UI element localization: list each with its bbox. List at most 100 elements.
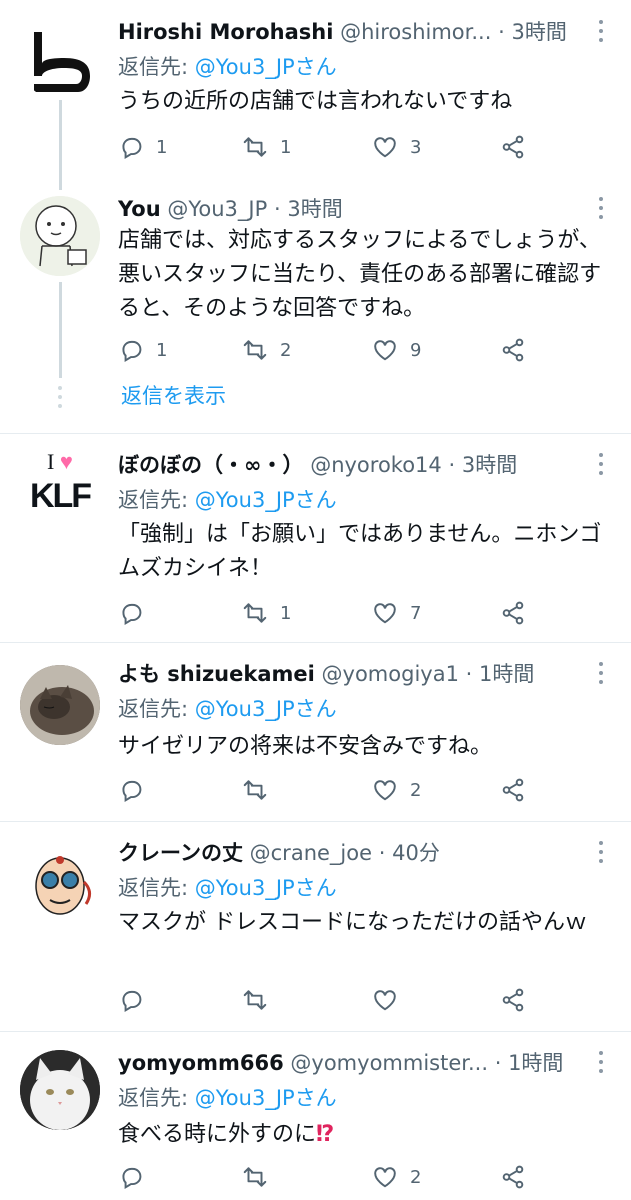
separator: ·: [273, 197, 281, 221]
display-name[interactable]: You: [118, 197, 161, 221]
reply-count: 1: [156, 136, 168, 158]
more-icon[interactable]: [593, 1051, 609, 1073]
separator: ·: [448, 453, 456, 477]
retweet-button[interactable]: 2: [242, 335, 291, 365]
retweet-icon: [243, 603, 267, 623]
retweet-icon: [243, 1167, 267, 1187]
user-handle[interactable]: @nyoroko14: [310, 453, 442, 477]
timestamp[interactable]: 3時間: [511, 20, 566, 44]
like-button[interactable]: 3: [372, 132, 421, 162]
reply-to: 返信先: @You3_JPさん: [118, 51, 337, 83]
timestamp[interactable]: 3時間: [287, 197, 342, 221]
tweet-text: うちの近所の店舗では言われないですね: [118, 89, 513, 114]
more-icon[interactable]: [593, 841, 609, 863]
more-icon[interactable]: [593, 20, 609, 42]
share-button[interactable]: [500, 775, 526, 805]
user-handle[interactable]: @crane_joe: [250, 841, 372, 865]
reply-button[interactable]: [118, 775, 156, 805]
tweet-text: サイゼリアの将来は不安含みですね。: [118, 734, 493, 759]
user-handle[interactable]: @hiroshimor...: [340, 20, 491, 44]
reply-handle-link[interactable]: @You3_JPさん: [195, 876, 337, 900]
reply-handle-link[interactable]: @You3_JPさん: [195, 1086, 337, 1110]
avatar[interactable]: [20, 20, 100, 100]
like-icon: [374, 137, 396, 158]
action-bar: 2: [118, 1162, 538, 1192]
tweet-header: Hiroshi Morohashi @hiroshimor... · 3時間: [118, 16, 583, 48]
share-button[interactable]: [500, 1162, 526, 1192]
like-icon: [374, 780, 396, 801]
share-button[interactable]: [500, 335, 526, 365]
timestamp[interactable]: 1時間: [508, 1051, 563, 1075]
like-button[interactable]: 9: [372, 335, 421, 365]
display-name[interactable]: Hiroshi Morohashi: [118, 20, 333, 44]
display-name[interactable]: yomyomm666: [118, 1051, 284, 1075]
retweet-button[interactable]: [242, 985, 280, 1015]
reply-handle-link[interactable]: @You3_JPさん: [195, 55, 337, 79]
avatar[interactable]: [20, 196, 100, 276]
reply-handle-link[interactable]: @You3_JPさん: [195, 697, 337, 721]
retweet-icon: [243, 990, 267, 1010]
share-button[interactable]: [500, 985, 526, 1015]
reply-button[interactable]: [118, 598, 156, 628]
like-button[interactable]: 2: [372, 1162, 421, 1192]
like-button[interactable]: 7: [372, 598, 421, 628]
tweet[interactable]: I ♥ KLF ぼのぼの（・∞・） @nyoroko14 · 3時間 返信先: …: [0, 434, 631, 642]
tweet-header: よも shizuekamei @yomogiya1 · 1時間: [118, 658, 583, 690]
timestamp[interactable]: 40分: [392, 841, 440, 865]
user-handle[interactable]: @You3_JP: [167, 197, 267, 221]
user-handle[interactable]: @yomyommister...: [290, 1051, 488, 1075]
retweet-button[interactable]: [242, 1162, 280, 1192]
avatar[interactable]: [20, 842, 100, 922]
reply-prefix: 返信先:: [118, 1086, 189, 1110]
reply-button[interactable]: 1: [118, 335, 167, 365]
display-name[interactable]: クレーンの丈: [118, 841, 243, 865]
retweet-button[interactable]: [242, 775, 280, 805]
reply-button[interactable]: [118, 1162, 156, 1192]
retweet-button[interactable]: 1: [242, 132, 291, 162]
retweet-button[interactable]: 1: [242, 598, 291, 628]
tweet-text: 食べる時に外すのに: [118, 1122, 317, 1147]
share-button[interactable]: [500, 598, 526, 628]
reply-button[interactable]: 1: [118, 132, 167, 162]
avatar-white-cat-icon: [20, 1050, 100, 1130]
reply-icon: [122, 340, 142, 363]
avatar-cartoon-icon: [20, 842, 100, 922]
thread-line: [59, 282, 62, 378]
avatar[interactable]: I ♥ KLF: [20, 448, 100, 528]
tweet-header: You @You3_JP · 3時間: [118, 193, 583, 225]
like-button[interactable]: [372, 985, 410, 1015]
tweet[interactable]: よも shizuekamei @yomogiya1 · 1時間 返信先: @Yo…: [0, 643, 631, 821]
share-button[interactable]: [500, 132, 526, 162]
separator: ·: [378, 841, 386, 865]
timestamp[interactable]: 1時間: [479, 662, 534, 686]
reply-prefix: 返信先:: [118, 488, 189, 512]
more-icon[interactable]: [593, 197, 609, 219]
user-handle[interactable]: @yomogiya1: [322, 662, 459, 686]
tweet[interactable]: yomyomm666 @yomyommister... · 1時間 返信先: @…: [0, 1032, 631, 1200]
like-button[interactable]: 2: [372, 775, 421, 805]
share-icon: [502, 338, 524, 362]
reply-button[interactable]: [118, 985, 156, 1015]
reply-icon: [122, 780, 142, 803]
reply-icon: [122, 137, 142, 160]
tweet[interactable]: You @You3_JP · 3時間 店舗では、対応するスタッフによるでしょうが…: [0, 190, 631, 432]
reply-to: 返信先: @You3_JPさん: [118, 693, 337, 725]
tweet[interactable]: Hiroshi Morohashi @hiroshimor... · 3時間 返…: [0, 0, 631, 190]
more-icon[interactable]: [593, 453, 609, 475]
tweet[interactable]: クレーンの丈 @crane_joe · 40分 返信先: @You3_JPさん …: [0, 822, 631, 1030]
separator: ·: [494, 1051, 502, 1075]
retweet-icon: [243, 780, 267, 800]
avatar[interactable]: [20, 665, 100, 745]
display-name[interactable]: よも shizuekamei: [118, 662, 315, 686]
separator: ·: [498, 20, 505, 44]
share-icon: [502, 135, 524, 159]
display-name[interactable]: ぼのぼの（・∞・）: [118, 453, 304, 477]
action-bar: 2: [118, 775, 538, 805]
show-replies-link[interactable]: 返信を表示: [121, 380, 226, 412]
reply-handle-link[interactable]: @You3_JPさん: [195, 488, 337, 512]
action-bar: [118, 985, 538, 1015]
avatar[interactable]: [20, 1050, 100, 1130]
tweet-header: yomyomm666 @yomyommister... · 1時間: [118, 1047, 583, 1079]
more-icon[interactable]: [593, 662, 609, 684]
timestamp[interactable]: 3時間: [462, 453, 517, 477]
